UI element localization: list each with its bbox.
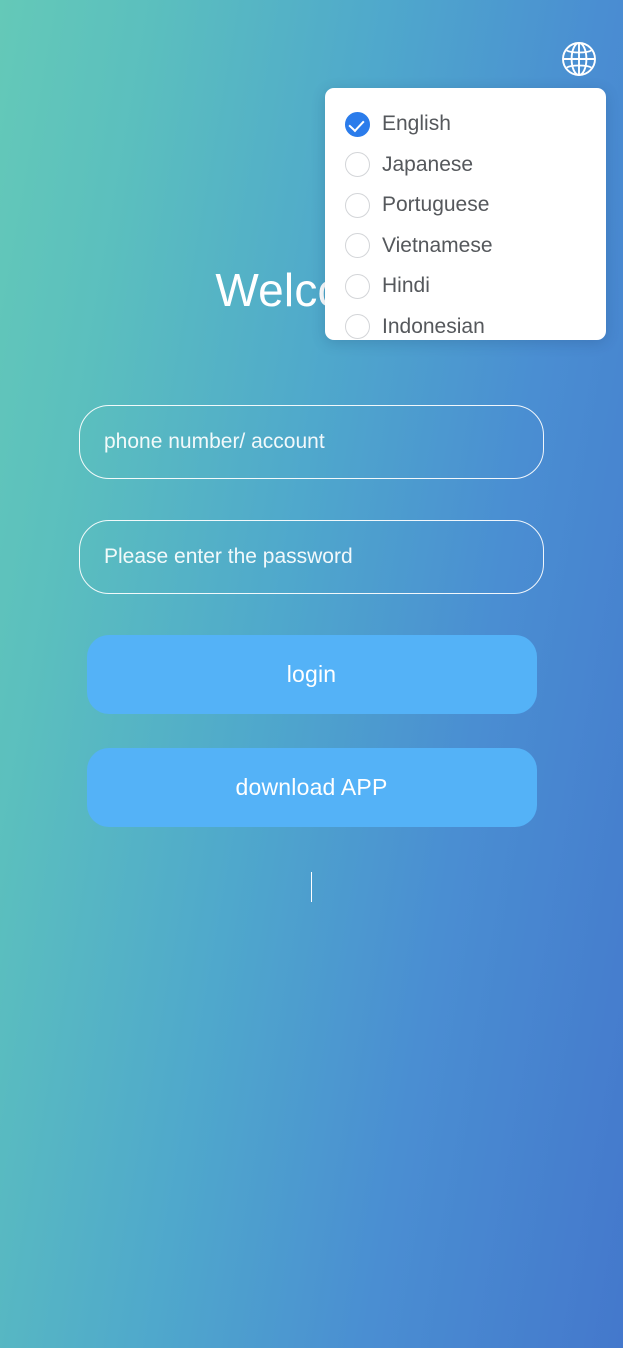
login-form: login download APP [0,405,623,827]
login-screen: Welcome English Japanese Portuguese Viet… [0,0,623,1348]
language-option-hindi[interactable]: Hindi [325,266,606,307]
radio-unchecked-icon [345,192,370,218]
language-option-label: Indonesian [382,314,485,338]
language-globe-button[interactable] [556,36,602,82]
language-option-label: Portuguese [382,193,490,217]
language-option-indonesian[interactable]: Indonesian [325,307,606,341]
language-option-list: English Japanese Portuguese Vietnamese H… [325,88,606,340]
radio-unchecked-icon [345,233,370,259]
language-option-label: Hindi [382,274,430,298]
language-option-japanese[interactable]: Japanese [325,145,606,186]
language-option-english[interactable]: English [325,104,606,145]
account-input[interactable] [79,405,544,479]
language-option-label: English [382,112,451,136]
download-app-button[interactable]: download APP [86,748,537,827]
password-input[interactable] [79,520,544,594]
radio-checked-icon [345,111,370,137]
language-option-vietnamese[interactable]: Vietnamese [325,226,606,267]
login-button[interactable]: login [86,635,537,714]
language-option-label: Japanese [382,152,474,176]
globe-icon [559,39,599,79]
radio-unchecked-icon [345,273,370,299]
footer-separator [310,872,313,902]
radio-unchecked-icon [345,314,370,340]
language-dropdown-panel[interactable]: English Japanese Portuguese Vietnamese H… [325,88,606,340]
footer-links [0,872,623,902]
language-option-portuguese[interactable]: Portuguese [325,185,606,226]
language-option-label: Vietnamese [382,233,493,257]
radio-unchecked-icon [345,152,370,178]
